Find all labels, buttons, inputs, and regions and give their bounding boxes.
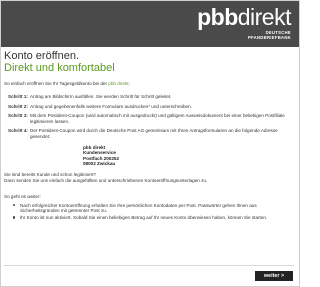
- next-steps-heading: So geht es weiter:: [4, 194, 41, 200]
- list-item: Nach erfolgreicher Kontoeröffnung erhalt…: [12, 203, 294, 214]
- existing-customer-note: Sie sind bereits Kunde und schon legitim…: [4, 172, 294, 183]
- page-title: Konto eröffnen.: [4, 50, 80, 62]
- logo-subtitle-line2: PFANDBRIEFBANK: [247, 35, 291, 40]
- footer-divider: [4, 265, 294, 266]
- step-2: Schritt 2: Antrag und gegebenenfalls wei…: [8, 104, 294, 110]
- step-label: Schritt 2:: [8, 103, 28, 109]
- step-label: Schritt 1:: [8, 94, 28, 99]
- step-3: Schritt 3: Mit dem Postident-Coupon (wir…: [8, 113, 294, 124]
- steps-list: Schritt 1: Antrag am Bildschirm ausfülle…: [8, 94, 294, 140]
- step-text: Antrag und gegebenenfalls weitere Formul…: [30, 103, 192, 109]
- step-4: Schritt 4: Der Postident-Coupon wird dur…: [8, 128, 294, 139]
- pbb-direkt-logo: pbbdirekt DEUTSCHE PFANDBRIEFBANK: [197, 4, 292, 41]
- intro-prefix: So einfach eröffnen Sie Ihr Tagesgeldkon…: [4, 81, 109, 86]
- intro-text: So einfach eröffnen Sie Ihr Tagesgeldkon…: [4, 81, 294, 87]
- step-label: Schritt 3:: [8, 113, 28, 119]
- page-subtitle: Direkt und komfortabel: [4, 62, 115, 74]
- mailing-address: pbb direkt Kundenservice Postfach 200252…: [83, 145, 294, 167]
- step-text: Der Postident-Coupon wird durch die Deut…: [30, 128, 278, 139]
- logo-pbb-text: pbb: [197, 4, 238, 30]
- main-content: Konto eröffnen. Direkt und komfortabel S…: [4, 50, 294, 222]
- step-text: Mit dem Postident-Coupon (wird automatis…: [30, 113, 285, 124]
- step-1: Schritt 1: Antrag am Bildschirm ausfülle…: [8, 94, 294, 100]
- header-bar: pbbdirekt DEUTSCHE PFANDBRIEFBANK: [1, 1, 299, 47]
- address-line: 08002 Zwickau: [83, 161, 116, 167]
- existing-customer-instruction: Dann senden Sie uns einfach die ausgefül…: [4, 177, 208, 183]
- step-label: Schritt 4:: [8, 128, 28, 134]
- next-steps-list: Nach erfolgreicher Kontoeröffnung erhalt…: [12, 203, 294, 221]
- logo-direkt-text: direkt: [237, 4, 292, 30]
- step-text: Antrag am Bildschirm ausfüllen. Sie werd…: [30, 94, 172, 99]
- list-item: Ihr Konto ist nun aktiviert. Sobald Sie …: [12, 215, 294, 221]
- intro-suffix: :: [128, 81, 130, 86]
- weiter-button[interactable]: weiter >: [255, 271, 293, 281]
- intro-brand: pbb direkt: [108, 81, 129, 86]
